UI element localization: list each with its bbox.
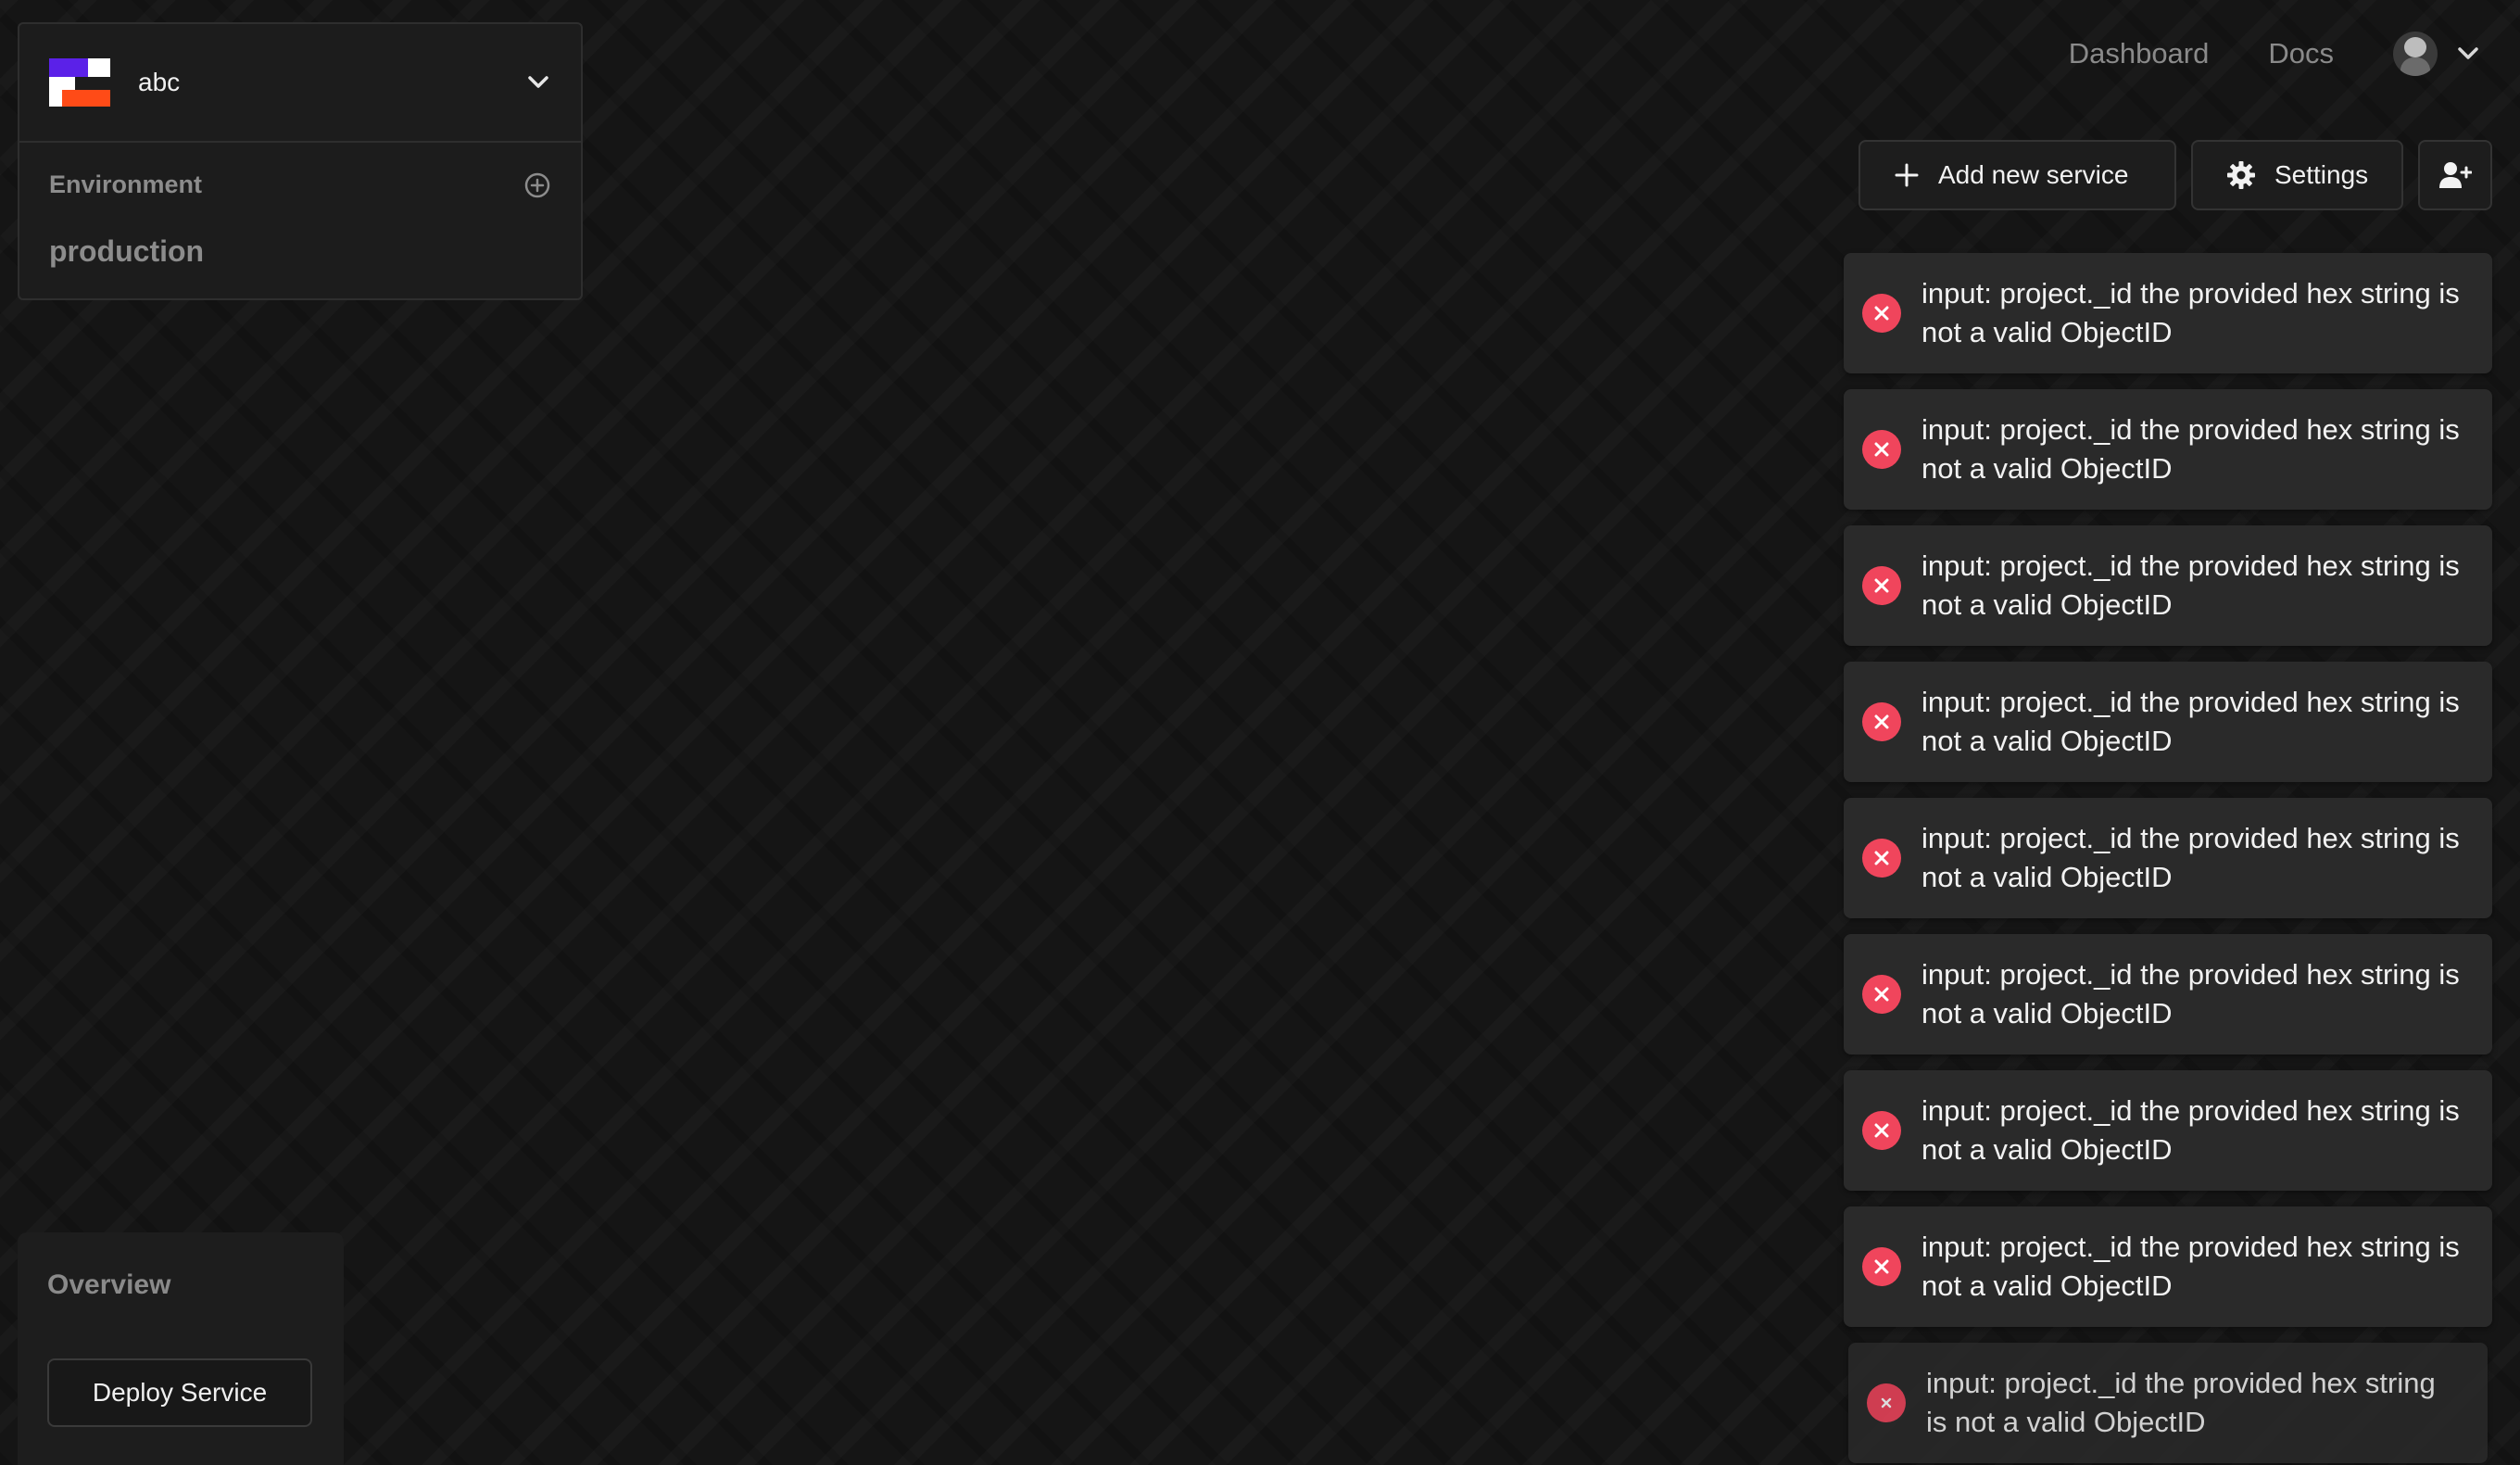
error-toast[interactable]: input: project._id the provided hex stri… [1844,525,2492,646]
toast-message: input: project._id the provided hex stri… [1922,958,2460,1029]
toast-message: input: project._id the provided hex stri… [1922,1231,2460,1302]
error-icon [1862,975,1901,1014]
plus-circle-icon[interactable] [523,171,551,199]
error-toast[interactable]: input: project._id the provided hex stri… [1844,798,2492,918]
toast-message: input: project._id the provided hex stri… [1922,277,2460,348]
chevron-down-icon[interactable] [2458,47,2478,60]
error-icon [1862,1247,1901,1286]
error-toast[interactable]: input: project._id the provided hex stri… [1844,662,2492,782]
error-icon [1862,702,1901,741]
chevron-down-icon[interactable] [525,69,551,95]
toast-message: input: project._id the provided hex stri… [1922,686,2460,757]
error-icon [1862,430,1901,469]
add-new-service-button[interactable]: Add new service [1858,140,2176,210]
add-user-icon [2438,160,2472,190]
error-icon [1862,294,1901,333]
toast-message: input: project._id the provided hex stri… [1922,822,2460,893]
overview-panel: Overview Deploy Service [18,1232,344,1465]
nav-dashboard-link[interactable]: Dashboard [2069,37,2210,70]
overview-title: Overview [47,1269,171,1300]
invite-user-button[interactable] [2418,140,2492,210]
error-toast[interactable]: input: project._id the provided hex stri… [1848,1343,2488,1463]
toast-message: input: project._id the provided hex stri… [1922,413,2460,485]
error-toast[interactable]: input: project._id the provided hex stri… [1844,934,2492,1055]
toast-message: input: project._id the provided hex stri… [1926,1367,2436,1438]
toast-message: input: project._id the provided hex stri… [1922,1094,2460,1166]
settings-button[interactable]: Settings [2191,140,2403,210]
settings-label: Settings [2274,160,2369,189]
project-panel: abc Environment production [18,22,583,300]
error-icon [1867,1383,1906,1422]
error-toast[interactable]: input: project._id the provided hex stri… [1844,1070,2492,1191]
error-icon [1862,566,1901,605]
deploy-service-button[interactable]: Deploy Service [47,1358,312,1427]
project-name: abc [138,68,181,96]
top-nav: Dashboard Docs [2010,28,2478,80]
error-toast[interactable]: input: project._id the provided hex stri… [1844,253,2492,373]
plus-icon [1894,162,1920,188]
toast-stack: input: project._id the provided hex stri… [1844,253,2492,1465]
error-toast[interactable]: input: project._id the provided hex stri… [1844,389,2492,510]
toolbar: Add new service Settings [1858,140,2492,210]
avatar[interactable] [2393,32,2438,76]
error-icon [1862,839,1901,878]
environment-label: Environment [49,170,203,198]
nav-docs-link[interactable]: Docs [2268,37,2334,70]
user-menu[interactable] [2393,32,2478,76]
add-new-service-label: Add new service [1938,160,2129,189]
error-toast[interactable]: input: project._id the provided hex stri… [1844,1206,2492,1327]
error-icon [1862,1111,1901,1150]
environment-selector[interactable]: production [49,234,551,269]
gear-icon [2226,160,2256,190]
toast-message: input: project._id the provided hex stri… [1922,549,2460,621]
environment-section: Environment production [19,143,581,269]
project-selector[interactable]: abc [19,24,581,143]
app-logo [49,58,110,107]
